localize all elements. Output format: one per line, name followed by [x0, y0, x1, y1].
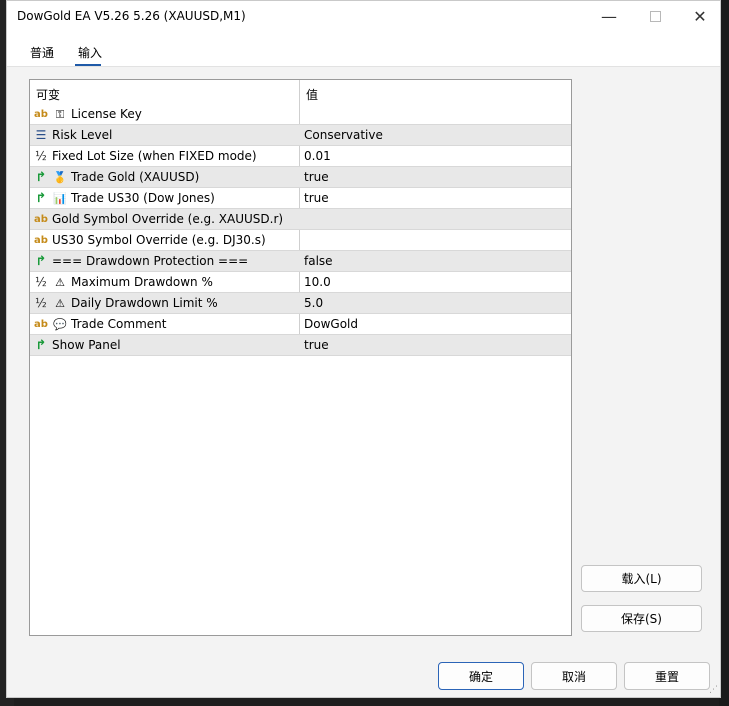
- table-row[interactable]: ↱ 🥇 Trade Gold (XAUUSD) true: [30, 167, 571, 188]
- title-bar: DowGold EA V5.26 5.26 (XAUUSD,M1) — ✕: [7, 1, 720, 32]
- tab-general[interactable]: 普通: [30, 44, 54, 61]
- bool-type-icon: ↱: [35, 190, 47, 206]
- parameter-name: ⚿ License Key: [52, 107, 142, 122]
- enum-type-icon: ☰: [35, 128, 47, 142]
- parameter-name-text: Maximum Drawdown %: [71, 275, 213, 289]
- column-header-variable[interactable]: 可变: [36, 86, 60, 103]
- maximize-button[interactable]: [632, 1, 678, 32]
- resize-grip-icon[interactable]: ⋰: [709, 685, 718, 695]
- minimize-button[interactable]: —: [586, 1, 632, 32]
- table-row[interactable]: ↱ === Drawdown Protection === false: [30, 251, 571, 272]
- parameter-name-text: Gold Symbol Override (e.g. XAUUSD.r): [52, 212, 284, 226]
- table-row[interactable]: ab US30 Symbol Override (e.g. DJ30.s): [30, 230, 571, 251]
- parameter-name: ⚠ Maximum Drawdown %: [52, 275, 213, 289]
- grid-header: 可变 值: [30, 80, 571, 104]
- parameter-value[interactable]: true: [304, 338, 329, 352]
- parameter-value[interactable]: 10.0: [304, 275, 331, 289]
- parameter-name-text: License Key: [71, 107, 142, 121]
- parameter-value[interactable]: false: [304, 254, 333, 268]
- parameter-name: Risk Level: [52, 128, 112, 142]
- parameter-name-text: === Drawdown Protection ===: [52, 254, 249, 268]
- warning-icon: ⚠: [55, 297, 65, 310]
- parameter-name: Show Panel: [52, 338, 121, 352]
- bool-type-icon: ↱: [35, 169, 47, 185]
- key-icon: ⚿: [55, 108, 65, 121]
- parameter-name: ⚠ Daily Drawdown Limit %: [52, 296, 218, 310]
- tab-inputs[interactable]: 输入: [78, 44, 102, 61]
- parameter-value[interactable]: true: [304, 191, 329, 205]
- tab-bar: 普通 输入: [7, 32, 720, 66]
- parameter-name-text: Fixed Lot Size (when FIXED mode): [52, 149, 257, 163]
- number-type-icon: ½: [35, 296, 47, 310]
- table-row[interactable]: ↱ 📊 Trade US30 (Dow Jones) true: [30, 188, 571, 209]
- table-row[interactable]: ab 💬 Trade Comment DowGold: [30, 314, 571, 335]
- parameter-value[interactable]: 5.0: [304, 296, 323, 310]
- number-type-icon: ½: [35, 149, 47, 163]
- tab-divider: [7, 66, 720, 67]
- table-row[interactable]: ½ ⚠ Maximum Drawdown % 10.0: [30, 272, 571, 293]
- string-type-icon: ab: [34, 318, 48, 330]
- parameter-name: 💬 Trade Comment: [52, 317, 166, 331]
- parameter-value[interactable]: true: [304, 170, 329, 184]
- close-button[interactable]: ✕: [677, 1, 723, 32]
- close-icon: ✕: [693, 7, 707, 26]
- parameter-name: === Drawdown Protection ===: [52, 254, 248, 268]
- window-title: DowGold EA V5.26 5.26 (XAUUSD,M1): [17, 9, 246, 23]
- column-header-value[interactable]: 值: [306, 86, 318, 103]
- parameter-name: Fixed Lot Size (when FIXED mode): [52, 149, 257, 163]
- save-button[interactable]: 保存(S): [581, 605, 702, 632]
- bool-type-icon: ↱: [35, 253, 47, 269]
- parameter-name-text: Trade Gold (XAUUSD): [71, 170, 200, 184]
- cancel-button[interactable]: 取消: [531, 662, 617, 690]
- table-row[interactable]: ab ⚿ License Key: [30, 104, 571, 125]
- table-row[interactable]: ↱ Show Panel true: [30, 335, 571, 356]
- parameter-value[interactable]: Conservative: [304, 128, 383, 142]
- reset-button[interactable]: 重置: [624, 662, 710, 690]
- parameter-name-text: Show Panel: [52, 338, 121, 352]
- ok-button[interactable]: 确定: [438, 662, 524, 690]
- string-type-icon: ab: [34, 108, 48, 120]
- parameter-name: US30 Symbol Override (e.g. DJ30.s): [52, 233, 266, 247]
- maximize-icon: [649, 11, 661, 22]
- parameter-name-text: US30 Symbol Override (e.g. DJ30.s): [52, 233, 266, 247]
- bool-type-icon: ↱: [35, 337, 47, 353]
- minimize-icon: —: [601, 7, 617, 26]
- parameter-name: 🥇 Trade Gold (XAUUSD): [52, 170, 199, 184]
- parameter-value[interactable]: DowGold: [304, 317, 358, 331]
- string-type-icon: ab: [34, 213, 48, 225]
- speech-bubble-icon: 💬: [53, 318, 67, 331]
- gold-medal-icon: 🥇: [53, 171, 67, 184]
- table-row[interactable]: ab Gold Symbol Override (e.g. XAUUSD.r): [30, 209, 571, 230]
- string-type-icon: ab: [34, 234, 48, 246]
- parameter-name-text: Risk Level: [52, 128, 113, 142]
- input-dialog: DowGold EA V5.26 5.26 (XAUUSD,M1) — ✕ 普通…: [6, 0, 721, 698]
- parameter-name-text: Daily Drawdown Limit %: [71, 296, 218, 310]
- parameter-name-text: Trade Comment: [71, 317, 167, 331]
- bar-chart-icon: 📊: [53, 192, 67, 205]
- parameter-value[interactable]: 0.01: [304, 149, 331, 163]
- table-row[interactable]: ½ Fixed Lot Size (when FIXED mode) 0.01: [30, 146, 571, 167]
- warning-icon: ⚠: [55, 276, 65, 289]
- parameter-name: 📊 Trade US30 (Dow Jones): [52, 191, 215, 205]
- parameters-grid: 可变 值 ab ⚿ License Key ☰ Risk Level Conservati…: [29, 79, 572, 636]
- table-row[interactable]: ½ ⚠ Daily Drawdown Limit % 5.0: [30, 293, 571, 314]
- load-button[interactable]: 载入(L): [581, 565, 702, 592]
- number-type-icon: ½: [35, 275, 47, 289]
- parameter-name-text: Trade US30 (Dow Jones): [71, 191, 215, 205]
- table-row[interactable]: ☰ Risk Level Conservative: [30, 125, 571, 146]
- parameter-name: Gold Symbol Override (e.g. XAUUSD.r): [52, 212, 283, 226]
